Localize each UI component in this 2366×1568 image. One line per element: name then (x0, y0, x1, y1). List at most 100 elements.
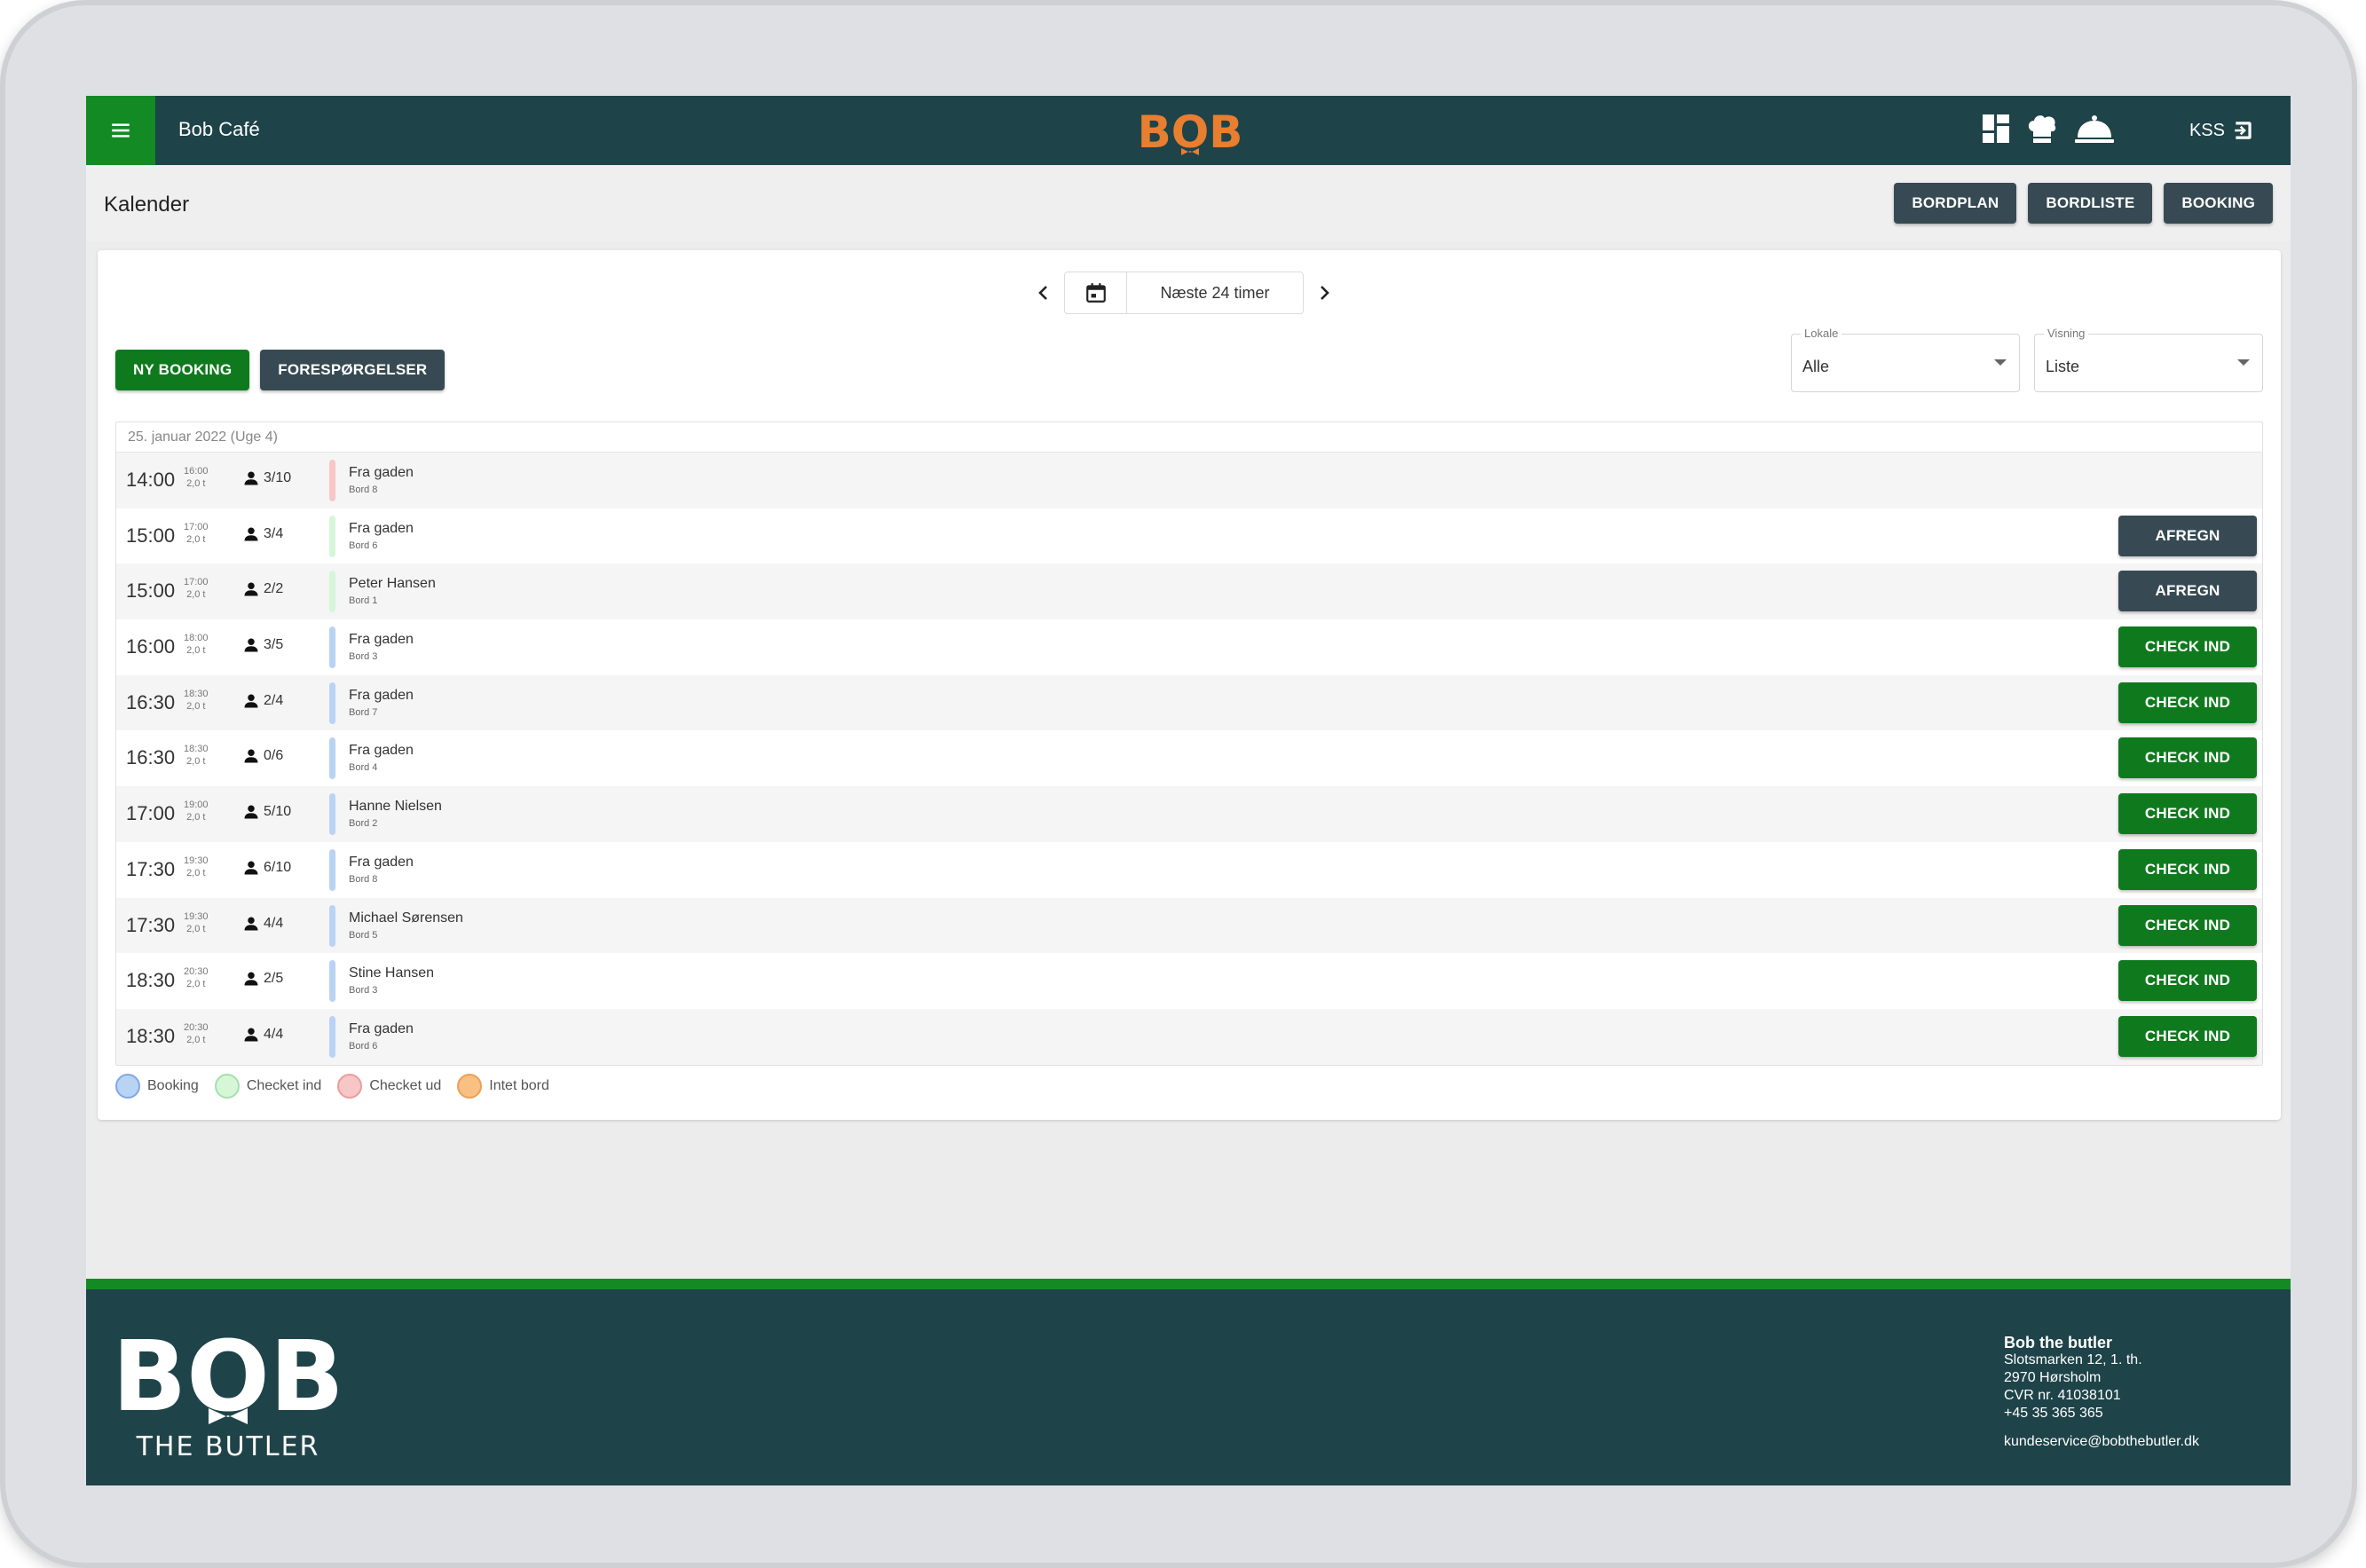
next-day-button[interactable] (1311, 272, 1337, 313)
table-row[interactable]: 17:30 19:30 2,0 t 4/4 Michael Sørensen Bord 5… (116, 897, 2262, 954)
bob-logo[interactable]: BOB (1137, 106, 1243, 161)
status-bar (329, 793, 335, 836)
guest-count: 3/4 (242, 525, 283, 543)
company-email[interactable]: kundeservice@bobthebutler.dk (2004, 1433, 2199, 1451)
app-name: Bob Café (178, 118, 260, 140)
dashboard-icon[interactable] (1982, 114, 2010, 144)
status-bar (329, 571, 335, 613)
table-row[interactable]: 16:00 18:00 2,0 t 3/5 Fra gaden Bord 3 CHECK I… (116, 619, 2262, 675)
calendar-button[interactable] (1065, 272, 1127, 313)
date-picker: Næste 24 timer (1064, 272, 1304, 314)
chef-hat-icon[interactable] (2026, 114, 2058, 144)
check-in-button[interactable]: CHECK IND (2118, 793, 2257, 835)
table-number: Bord 5 (349, 929, 378, 941)
service-bell-icon[interactable] (2074, 114, 2115, 144)
booking-end: 19:30 2,0 t (184, 910, 209, 935)
page-header: Kalender BORDPLAN BORDLISTE BOOKING (86, 165, 2291, 241)
booking-button[interactable]: BOOKING (2164, 183, 2273, 224)
top-bar: Bob Café BOB KSS (86, 96, 2291, 165)
user-logout[interactable]: KSS (2189, 119, 2255, 142)
table-number: Bord 8 (349, 873, 378, 885)
person-icon (244, 861, 258, 875)
visning-value: Liste (2046, 358, 2080, 375)
end-time: 17:00 (184, 577, 209, 588)
guest-name: Fra gaden (349, 854, 414, 870)
guest-count-value: 3/5 (264, 637, 284, 653)
guest-count: 4/4 (242, 915, 283, 933)
guest-count-value: 4/4 (264, 1026, 284, 1042)
bordliste-button[interactable]: BORDLISTE (2028, 183, 2153, 224)
end-time: 18:30 (184, 688, 209, 699)
end-time: 20:30 (184, 966, 209, 978)
duration: 2,0 t (186, 979, 206, 990)
person-icon (244, 805, 258, 819)
bordplan-button[interactable]: BORDPLAN (1894, 183, 2017, 224)
header-actions: BORDPLAN BORDLISTE BOOKING (1894, 183, 2273, 224)
guest-count: 3/5 (242, 636, 283, 654)
table-row[interactable]: 16:30 18:30 2,0 t 2/4 Fra gaden Bord 7 CHECK I… (116, 674, 2262, 731)
end-time: 19:30 (184, 910, 209, 922)
footer: BOB THE BUTLER Bob the butler Slotsmarke… (86, 1279, 2291, 1485)
booking-time: 16:30 (126, 746, 176, 769)
table-row[interactable]: 16:30 18:30 2,0 t 0/6 Fra gaden Bord 4 CHECK I… (116, 730, 2262, 786)
check-in-button[interactable]: CHECK IND (2118, 848, 2257, 890)
date-header: 25. januar 2022 (Uge 4) (116, 422, 2262, 453)
check-in-button[interactable]: CHECK IND (2118, 682, 2257, 723)
guest-count-value: 0/6 (264, 748, 284, 764)
check-in-button[interactable]: CHECK IND (2118, 904, 2257, 946)
new-booking-button[interactable]: NY BOOKING (115, 350, 250, 390)
legend-label: Intet bord (489, 1078, 549, 1093)
prev-day-button[interactable] (1030, 272, 1057, 313)
date-range-label[interactable]: Næste 24 timer (1127, 272, 1303, 313)
check-in-button[interactable]: CHECK IND (2118, 1015, 2257, 1057)
legend-item-no-table: Intet bord (457, 1074, 549, 1099)
duration: 2,0 t (186, 812, 206, 823)
table-row[interactable]: 15:00 17:00 2,0 t 2/2 Peter Hansen Bord 1 AFRE… (116, 563, 2262, 620)
guest-count-value: 5/10 (264, 804, 292, 820)
menu-button[interactable] (86, 96, 155, 165)
check-in-button[interactable]: CHECK IND (2118, 737, 2257, 779)
table-number: Bord 2 (349, 818, 378, 830)
footer-logo-subtitle: THE BUTLER (136, 1431, 320, 1462)
person-icon (244, 638, 258, 652)
table-number: Bord 8 (349, 485, 378, 495)
duration: 2,0 t (186, 923, 206, 934)
legend-dot (115, 1074, 140, 1099)
company-city: 2970 Hørsholm (2004, 1370, 2102, 1385)
check-in-button[interactable]: CHECK IND (2118, 626, 2257, 668)
table-row[interactable]: 15:00 17:00 2,0 t 3/4 Fra gaden Bord 6 AFREGN (116, 508, 2262, 564)
guest-count-value: 3/10 (264, 470, 292, 485)
booking-end: 17:00 2,0 t (184, 576, 209, 601)
tablet-frame: Bob Café BOB KSS Kalender BORDPLAN BORDL… (0, 0, 2357, 1568)
booking-time: 17:00 (126, 802, 176, 825)
legend-item-booking: Booking (115, 1074, 199, 1099)
bob-logo-graphic: BOB (1138, 106, 1243, 158)
table-row[interactable]: 17:30 19:30 2,0 t 6/10 Fra gaden Bord 8 CHECK … (116, 842, 2262, 898)
person-icon (244, 917, 258, 930)
guest-name: Michael Sørensen (349, 910, 463, 926)
date-navigator: Næste 24 timer (1030, 272, 1337, 314)
company-address: Slotsmarken 12, 1. th. (2004, 1352, 2142, 1367)
guest-name: Fra gaden (349, 465, 414, 480)
settle-button[interactable]: AFREGN (2118, 515, 2257, 556)
requests-button[interactable]: FORESPØRGELSER (260, 350, 446, 390)
settle-button[interactable]: AFREGN (2118, 571, 2257, 612)
guest-count: 2/2 (242, 580, 283, 598)
person-icon (244, 582, 258, 596)
status-bar (329, 626, 335, 669)
booking-end: 19:00 2,0 t (184, 799, 209, 823)
table-row[interactable]: 18:30 20:30 2,0 t 2/5 Stine Hansen Bord 3 CHEC… (116, 953, 2262, 1009)
table-number: Bord 3 (349, 651, 378, 663)
check-in-button[interactable]: CHECK IND (2118, 960, 2257, 1002)
person-icon (244, 471, 258, 485)
booking-time: 15:00 (126, 524, 176, 547)
table-row[interactable]: 17:00 19:00 2,0 t 5/10 Hanne Nielsen Bord 2 CH… (116, 786, 2262, 842)
logout-icon (2235, 122, 2252, 139)
guest-count: 0/6 (242, 747, 283, 765)
table-row[interactable]: 14:00 16:00 2,0 t 3/10 Fra gaden Bord 8 (116, 453, 2262, 508)
guest-count-value: 2/5 (264, 971, 284, 987)
table-row[interactable]: 18:30 20:30 2,0 t 4/4 Fra gaden Bord 6 CHECK I… (116, 1008, 2262, 1065)
lokale-select[interactable]: Lokale Alle (1791, 327, 2020, 392)
visning-select[interactable]: Visning Liste (2034, 327, 2263, 392)
booking-time: 14:00 (126, 469, 176, 491)
